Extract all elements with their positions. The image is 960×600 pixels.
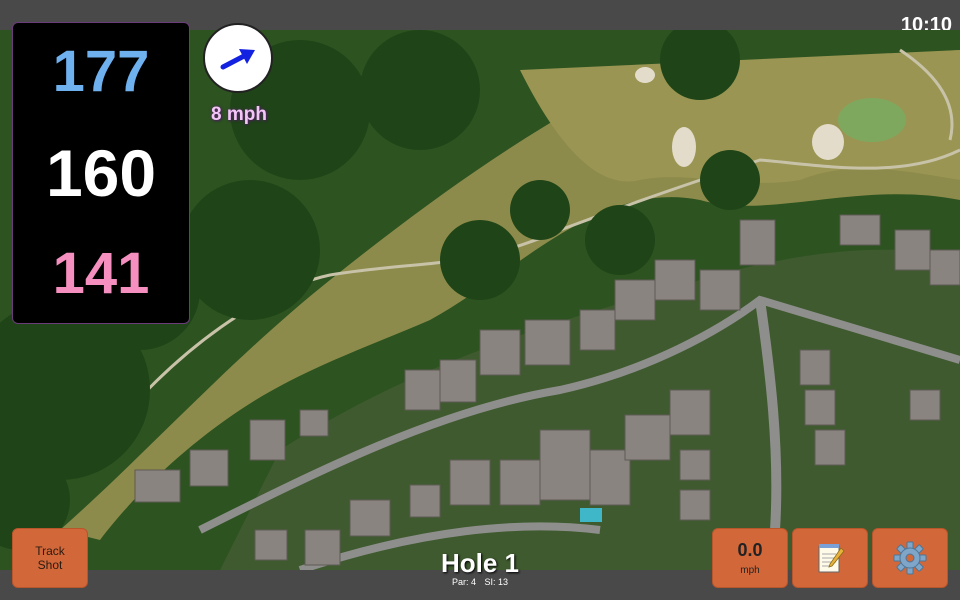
track-shot-label-line1: Track xyxy=(35,544,65,558)
hole-info: Par: 4 SI: 13 xyxy=(380,577,580,587)
front-distance: 141 xyxy=(52,241,150,307)
distance-panel: 177 160 141 xyxy=(12,22,190,324)
notepad-icon xyxy=(818,544,845,573)
settings-button[interactable] xyxy=(872,528,948,588)
track-shot-button[interactable]: Track Shot xyxy=(12,528,88,588)
hole-title: Hole 1 xyxy=(440,548,520,578)
hole-par: Par: 4 xyxy=(451,577,476,587)
hole-stroke-index: SI: 13 xyxy=(484,577,509,587)
speed-button[interactable]: 0.0 mph xyxy=(712,528,788,588)
middle-distance: 160 xyxy=(45,135,157,210)
arrow-right-icon xyxy=(220,49,255,70)
wind-direction-dial xyxy=(203,23,273,93)
speed-unit: mph xyxy=(740,565,760,576)
notes-button[interactable] xyxy=(792,528,868,588)
wind-speed-label: 8 mph xyxy=(211,104,267,125)
gear-icon xyxy=(893,541,927,575)
track-shot-label-line2: Shot xyxy=(37,558,63,572)
back-distance: 177 xyxy=(52,38,150,104)
speed-value: 0.0 xyxy=(737,540,763,560)
